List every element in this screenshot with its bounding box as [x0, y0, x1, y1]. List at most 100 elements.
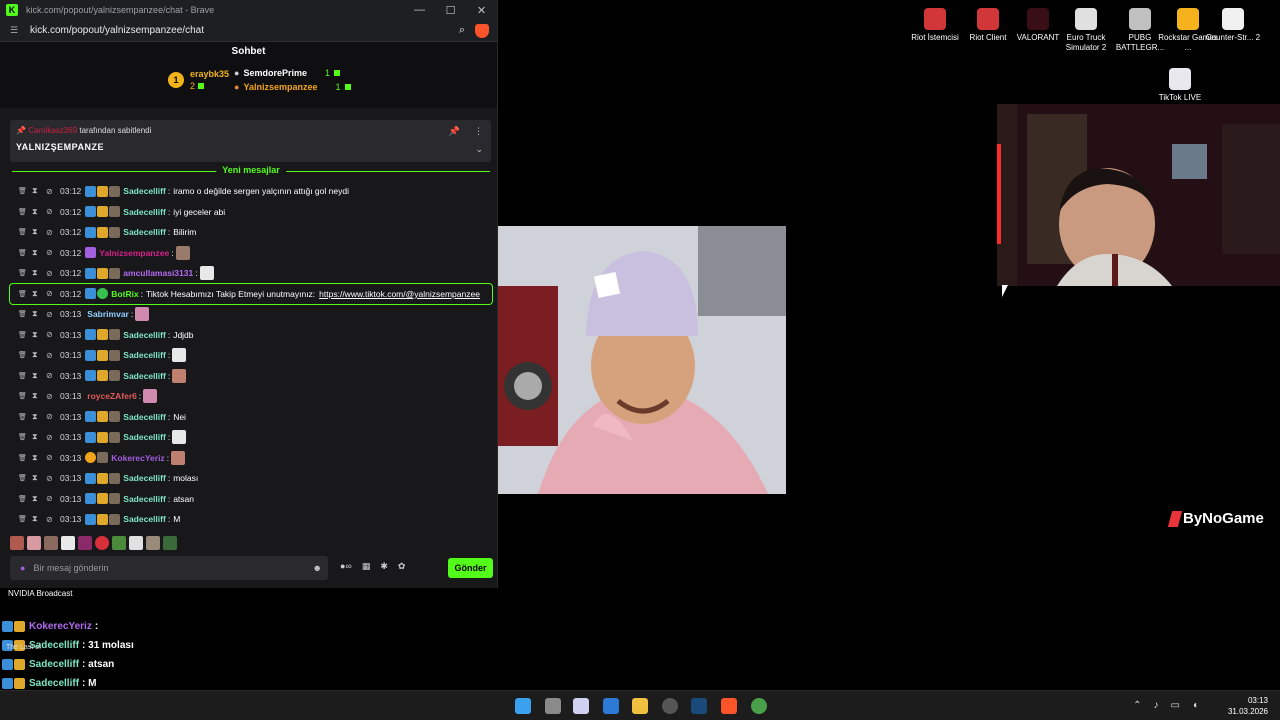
- message-username[interactable]: Sadecelliff: [123, 412, 166, 422]
- message-username[interactable]: Sadecelliff: [123, 371, 166, 381]
- timeout-icon[interactable]: ⧗: [32, 412, 46, 422]
- emote-icon[interactable]: [44, 536, 58, 550]
- chat-message[interactable]: 🗑 ⧗ ⊘ 03:12 Sadecelliff: Bilirim: [10, 222, 492, 243]
- message-username[interactable]: Sadecelliff: [123, 494, 166, 504]
- store-app-icon[interactable]: [603, 698, 619, 714]
- microphone-icon[interactable]: ●: [20, 563, 25, 573]
- chat-message[interactable]: 🗑 ⧗ ⊘ 03:13 Sadecelliff:: [10, 366, 492, 387]
- chat-message[interactable]: 🗑 ⧗ ⊘ 03:13 Sadecelliff:: [10, 345, 492, 366]
- delete-message-icon[interactable]: 🗑: [18, 208, 32, 216]
- message-username[interactable]: Sadecelliff: [123, 186, 166, 196]
- chat-message[interactable]: 🗑 ⧗ ⊘ 03:13 Sadecelliff: molası: [10, 468, 492, 489]
- ban-icon[interactable]: ⊘: [46, 187, 60, 196]
- message-username[interactable]: Sadecelliff: [123, 350, 166, 360]
- chat-message[interactable]: 🗑 ⧗ ⊘ 03:12 amcullamasi3131:: [10, 263, 492, 284]
- emote-icon[interactable]: [10, 536, 24, 550]
- unpin-icon[interactable]: 📌: [449, 126, 460, 137]
- ban-icon[interactable]: ⊘: [46, 392, 60, 401]
- volume-icon[interactable]: ◖: [1192, 700, 1198, 711]
- delete-message-icon[interactable]: 🗑: [18, 454, 32, 462]
- delete-message-icon[interactable]: 🗑: [18, 433, 32, 441]
- message-link[interactable]: https://www.tiktok.com/@yalnizsempanzee: [319, 289, 480, 299]
- send-button[interactable]: Gönder: [448, 558, 493, 578]
- timeout-icon[interactable]: ⧗: [32, 268, 46, 278]
- ban-icon[interactable]: ⊘: [46, 289, 60, 298]
- delete-message-icon[interactable]: 🗑: [18, 269, 32, 277]
- message-username[interactable]: amcullamasi3131: [123, 268, 193, 278]
- timeout-icon[interactable]: ⧗: [32, 289, 46, 299]
- chat-message[interactable]: 🗑 ⧗ ⊘ 03:13 Sabrimvar:: [10, 304, 492, 325]
- timeout-icon[interactable]: ⧗: [32, 309, 46, 319]
- delete-message-icon[interactable]: 🗑: [18, 495, 32, 503]
- chat-message[interactable]: 🗑 ⧗ ⊘ 03:13 Sadecelliff:: [10, 427, 492, 448]
- delete-message-icon[interactable]: 🗑: [18, 331, 32, 339]
- delete-message-icon[interactable]: 🗑: [18, 228, 32, 236]
- timeout-icon[interactable]: ⧗: [32, 207, 46, 217]
- chat-message[interactable]: 🗑 ⧗ ⊘ 03:13 Sadecelliff: atsan: [10, 489, 492, 510]
- timeout-icon[interactable]: ⧗: [32, 514, 46, 524]
- chat-input-placeholder[interactable]: Bir mesaj gönderin: [33, 563, 108, 573]
- delete-message-icon[interactable]: 🗑: [18, 249, 32, 257]
- chat-message[interactable]: 🗑 ⧗ ⊘ 03:12 Yalnizsempanzee:: [10, 243, 492, 264]
- steam-icon[interactable]: [691, 698, 707, 714]
- display-icon[interactable]: ▭: [1171, 700, 1180, 711]
- taskbar-clock[interactable]: 03:13 31.03.2026: [1228, 695, 1268, 717]
- emote-icon[interactable]: [27, 536, 41, 550]
- message-username[interactable]: Sadecelliff: [123, 330, 166, 340]
- task-view-icon[interactable]: [545, 698, 561, 714]
- chat-message[interactable]: 🗑 ⧗ ⊘ 03:13 Sadecelliff: Jdjdb: [10, 325, 492, 346]
- ban-icon[interactable]: ⊘: [46, 515, 60, 524]
- emote-icon[interactable]: [112, 536, 126, 550]
- ban-icon[interactable]: ⊘: [46, 248, 60, 257]
- ban-icon[interactable]: ⊘: [46, 453, 60, 462]
- desktop-icon-tiktok-live[interactable]: TikTok LIVE: [1150, 68, 1210, 103]
- pinned-message[interactable]: 📌 Carolkasz369 tarafından sabitlendi YAL…: [10, 120, 491, 162]
- chevron-up-icon[interactable]: ⌃: [1133, 700, 1141, 711]
- emote-icon[interactable]: [95, 536, 109, 550]
- pinned-by-user[interactable]: Carolkasz369: [28, 126, 77, 135]
- chat-message[interactable]: 🗑 ⧗ ⊘ 03:12 BotRix: Tiktok Hesabımızı Takip E…: [9, 282, 493, 305]
- microphone-icon[interactable]: ♪: [1154, 700, 1159, 711]
- delete-message-icon[interactable]: 🗑: [18, 187, 32, 195]
- badge-icon[interactable]: ✿: [398, 561, 406, 572]
- chat-message[interactable]: 🗑 ⧗ ⊘ 03:13 royceZAfer6:: [10, 386, 492, 407]
- ban-icon[interactable]: ⊘: [46, 207, 60, 216]
- message-username[interactable]: Sadecelliff: [123, 473, 166, 483]
- close-button[interactable]: ✕: [466, 4, 497, 17]
- chat-message[interactable]: 🗑 ⧗ ⊘ 03:12 Sadecelliff: iramo o değilde serg…: [10, 181, 492, 202]
- site-info-icon[interactable]: ☰: [10, 25, 24, 36]
- store-icon[interactable]: ▦: [362, 561, 371, 572]
- emote-icon[interactable]: [163, 536, 177, 550]
- chrome-icon[interactable]: [751, 698, 767, 714]
- chat-message[interactable]: 🗑 ⧗ ⊘ 03:13 KokerecYeriz:: [10, 448, 492, 469]
- channel-points-icon[interactable]: ●∞: [340, 561, 352, 572]
- message-username[interactable]: Sadecelliff: [123, 514, 166, 524]
- delete-message-icon[interactable]: 🗑: [18, 474, 32, 482]
- url-text[interactable]: kick.com/popout/yalnizsempanzee/chat: [30, 25, 204, 36]
- delete-message-icon[interactable]: 🗑: [18, 392, 32, 400]
- ban-icon[interactable]: ⊘: [46, 412, 60, 421]
- timeout-icon[interactable]: ⧗: [32, 330, 46, 340]
- ban-icon[interactable]: ⊘: [46, 269, 60, 278]
- delete-message-icon[interactable]: 🗑: [18, 351, 32, 359]
- message-username[interactable]: Yalnizsempanzee: [99, 248, 169, 258]
- ban-icon[interactable]: ⊘: [46, 371, 60, 380]
- ban-icon[interactable]: ⊘: [46, 494, 60, 503]
- chat-message[interactable]: 🗑 ⧗ ⊘ 03:13 Sadecelliff: Nei: [10, 407, 492, 428]
- file-explorer-icon[interactable]: [632, 698, 648, 714]
- leaderboard-second[interactable]: ● SemdorePrime 1: [234, 66, 351, 80]
- ban-icon[interactable]: ⊘: [46, 310, 60, 319]
- timeout-icon[interactable]: ⧗: [32, 248, 46, 258]
- emote-icon[interactable]: [78, 536, 92, 550]
- delete-message-icon[interactable]: 🗑: [18, 413, 32, 421]
- search-icon[interactable]: ⌕: [459, 24, 465, 37]
- timeout-icon[interactable]: ⧗: [32, 371, 46, 381]
- emoji-picker-icon[interactable]: ☻: [313, 563, 322, 573]
- delete-message-icon[interactable]: 🗑: [18, 290, 32, 298]
- ban-icon[interactable]: ⊘: [46, 330, 60, 339]
- minimize-button[interactable]: —: [404, 4, 435, 17]
- delete-message-icon[interactable]: 🗑: [18, 372, 32, 380]
- message-username[interactable]: BotRix: [111, 289, 138, 299]
- timeout-icon[interactable]: ⧗: [32, 227, 46, 237]
- timeout-icon[interactable]: ⧗: [32, 350, 46, 360]
